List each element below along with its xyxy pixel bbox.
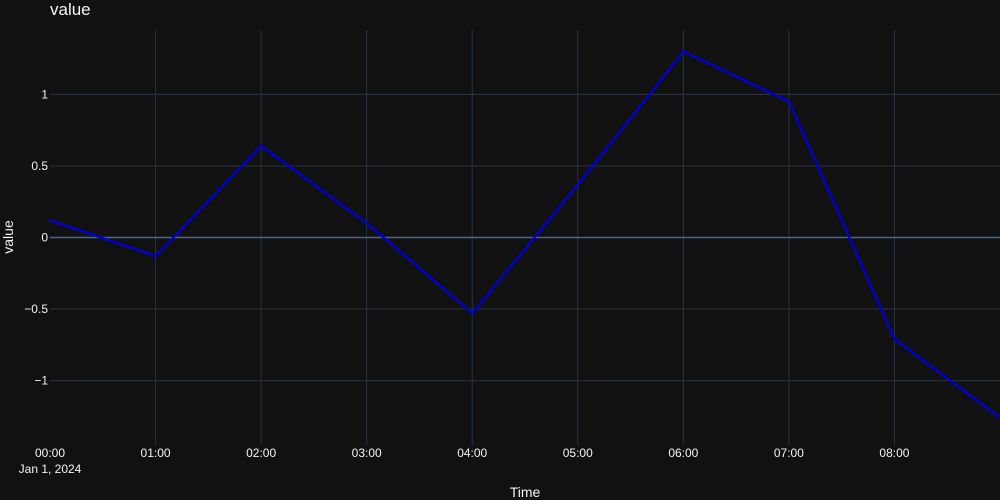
y-tick-label: 0.5 (31, 159, 48, 173)
x-tick-label: 07:00 (774, 446, 804, 460)
x-tick-label: 02:00 (246, 446, 276, 460)
y-axis-ticks: −1 −0.5 0 0.5 1 (24, 87, 48, 387)
x-tick-label: 08:00 (879, 446, 909, 460)
y-tick-label: −0.5 (24, 302, 48, 316)
chart-title: value (50, 0, 91, 19)
y-tick-label: 0 (41, 231, 48, 245)
x-axis-title: Time (510, 484, 541, 500)
x-axis-ticks: 00:00 01:00 02:00 03:00 04:00 05:00 06:00 07:00… (35, 446, 910, 460)
x-tick-label: 06:00 (668, 446, 698, 460)
series-line (48, 50, 1000, 420)
grid (50, 30, 1000, 445)
x-tick-label: 00:00 (35, 446, 65, 460)
y-tick-label: 1 (41, 87, 48, 101)
x-tick-label: 03:00 (352, 446, 382, 460)
x-tick-label: 04:00 (457, 446, 487, 460)
x-axis-start-date: Jan 1, 2024 (19, 462, 82, 476)
line-chart: value 00:00 01:00 02:00 03:00 04:00 05:00 06:0… (0, 0, 1000, 500)
y-axis-title: value (0, 220, 16, 254)
series-layer (48, 50, 1000, 420)
y-tick-label: −1 (34, 374, 48, 388)
x-tick-label: 05:00 (563, 446, 593, 460)
x-tick-label: 01:00 (141, 446, 171, 460)
chart-container: value 00:00 01:00 02:00 03:00 04:00 05:00 06:0… (0, 0, 1000, 500)
